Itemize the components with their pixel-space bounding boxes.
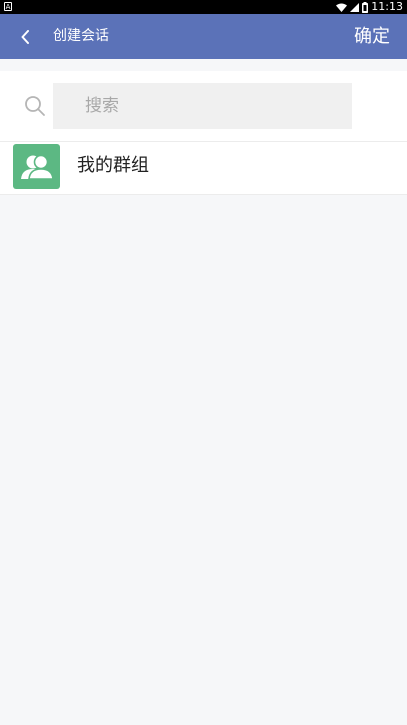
battery-icon [362,1,369,13]
wifi-icon [336,3,348,12]
confirm-button[interactable]: 确定 [354,14,390,59]
cell-signal-icon [350,2,360,12]
list-item-my-groups[interactable]: 我的群组 [0,142,407,194]
group-list: 我的群组 [0,141,407,195]
list-item-label: 我的群组 [77,155,149,176]
group-users-icon [20,154,54,180]
search-icon [25,96,45,116]
page-title: 创建会话 [53,28,109,44]
status-icons: 11:13 [336,0,403,14]
app-bar: 创建会话 确定 [0,14,407,59]
notification-a-icon: A [4,2,12,11]
search-input[interactable] [53,83,352,129]
back-button[interactable] [12,24,38,50]
chevron-left-icon [21,30,29,44]
status-time: 11:13 [371,0,403,13]
status-bar: A 11:13 [0,0,407,14]
group-avatar [13,144,60,189]
search-bar [0,71,407,141]
